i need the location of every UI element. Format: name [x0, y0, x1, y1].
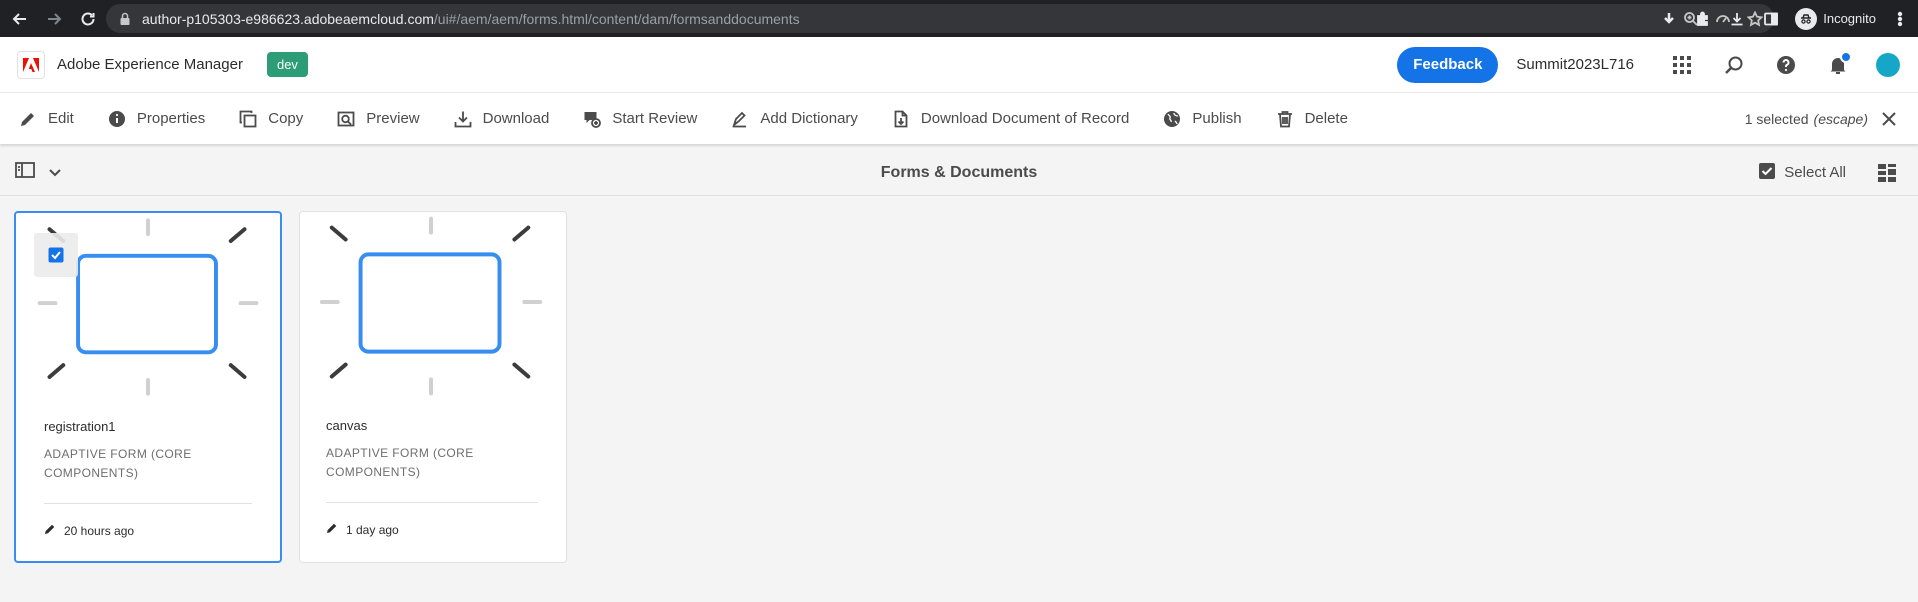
document-icon	[891, 109, 911, 129]
publish-action[interactable]: Publish	[1144, 93, 1256, 145]
downloads-icon[interactable]	[1727, 9, 1747, 29]
select-all-label: Select All	[1784, 164, 1846, 181]
card-type: ADAPTIVE FORM (CORE COMPONENTS)	[44, 447, 192, 480]
card-title: registration1	[44, 419, 116, 434]
rail-panel-icon	[15, 162, 35, 183]
delete-action[interactable]: Delete	[1257, 93, 1363, 145]
card-type: ADAPTIVE FORM (CORE COMPONENTS)	[326, 446, 474, 479]
checkbox-checked-icon	[48, 247, 64, 263]
start-review-action[interactable]: Start Review	[564, 93, 712, 145]
page-title: Forms & Documents	[880, 163, 1038, 181]
preview-label: Preview	[366, 110, 420, 127]
globe-icon	[1162, 109, 1182, 129]
asset-card-canvas[interactable]: canvas ADAPTIVE FORM (CORE COMPONENTS) 1…	[299, 211, 567, 563]
card-modified: 20 hours ago	[44, 523, 134, 538]
aem-header: Adobe Experience Manager dev Feedback Su…	[0, 37, 1918, 92]
info-icon	[107, 109, 127, 129]
side-panel-icon[interactable]	[1761, 9, 1781, 29]
download-label: Download	[482, 110, 550, 127]
card-selection-checkbox[interactable]	[34, 233, 78, 277]
copy-icon	[238, 109, 258, 129]
download-arrow-icon[interactable]	[1659, 9, 1679, 29]
title-bar: Forms & Documents Select All	[0, 150, 1918, 196]
more-menu-icon[interactable]	[1890, 9, 1910, 29]
solutions-grid-icon[interactable]	[1656, 37, 1708, 92]
card-divider	[326, 502, 538, 503]
search-icon[interactable]	[1708, 37, 1760, 92]
add-dictionary-action[interactable]: Add Dictionary	[712, 93, 873, 145]
edit-label: Edit	[48, 110, 74, 127]
close-selection-icon[interactable]	[1878, 108, 1900, 130]
copy-label: Copy	[268, 110, 304, 127]
download-document-of-record-action[interactable]: Download Document of Record	[873, 93, 1144, 145]
feedback-button[interactable]: Feedback	[1397, 46, 1499, 83]
incognito-indicator[interactable]: Incognito	[1795, 7, 1876, 30]
url-text: author-p105303-e986623.adobeaemcloud.com…	[142, 10, 800, 27]
adobe-logo-icon[interactable]	[17, 50, 45, 79]
review-icon	[582, 109, 602, 129]
pencil-icon	[44, 523, 56, 538]
preview-action[interactable]: Preview	[318, 93, 434, 145]
edit-action[interactable]: Edit	[0, 93, 89, 145]
browser-toolbar: author-p105303-e986623.adobeaemcloud.com…	[0, 0, 1918, 37]
rail-toggle[interactable]	[15, 162, 61, 183]
selection-count-label: 1 selected	[1744, 111, 1809, 127]
notifications-bell-icon[interactable]	[1812, 37, 1864, 92]
download-action[interactable]: Download	[435, 93, 565, 145]
trash-icon	[1275, 109, 1295, 129]
delete-label: Delete	[1304, 110, 1348, 127]
card-modified-label: 20 hours ago	[64, 523, 135, 538]
reload-icon[interactable]	[74, 5, 102, 33]
lock-icon[interactable]	[118, 12, 132, 26]
loading-thumbnail	[319, 216, 543, 396]
notification-dot	[1840, 51, 1852, 63]
environment-badge: dev	[266, 52, 308, 77]
publish-label: Publish	[1192, 110, 1242, 127]
properties-action[interactable]: Properties	[89, 93, 220, 145]
properties-label: Properties	[136, 110, 206, 127]
pencil-icon	[18, 109, 38, 129]
card-title: canvas	[326, 418, 368, 433]
action-bar: Edit Properties Copy Preview Download St…	[0, 92, 1918, 144]
incognito-label: Incognito	[1823, 11, 1876, 26]
selection-escape-hint: (escape)	[1813, 111, 1868, 127]
user-avatar[interactable]	[1876, 52, 1900, 77]
back-icon[interactable]	[6, 5, 34, 33]
select-all-button[interactable]: Select All	[1758, 162, 1846, 184]
card-modified-label: 1 day ago	[346, 522, 399, 537]
select-all-checkbox-icon	[1758, 162, 1776, 184]
incognito-icon	[1795, 7, 1818, 30]
app-title[interactable]: Adobe Experience Manager	[57, 56, 243, 73]
chevron-down-icon	[49, 164, 61, 182]
download-document-of-record-label: Download Document of Record	[920, 110, 1130, 127]
extensions-icon[interactable]	[1693, 9, 1713, 29]
organization-name[interactable]: Summit2023L716	[1516, 56, 1634, 73]
dictionary-icon	[730, 109, 750, 129]
add-dictionary-label: Add Dictionary	[760, 110, 858, 127]
pencil-icon	[326, 522, 338, 537]
help-icon[interactable]	[1760, 37, 1812, 92]
download-icon	[453, 109, 473, 129]
address-bar[interactable]: author-p105303-e986623.adobeaemcloud.com…	[106, 4, 1774, 33]
card-modified: 1 day ago	[326, 522, 399, 537]
selection-count: 1 selected (escape)	[1745, 93, 1868, 145]
asset-card-registration1[interactable]: registration1 ADAPTIVE FORM (CORE COMPON…	[14, 211, 282, 563]
start-review-label: Start Review	[612, 110, 698, 127]
card-divider	[44, 503, 252, 504]
forward-icon[interactable]	[40, 5, 68, 33]
copy-action[interactable]: Copy	[220, 93, 318, 145]
preview-icon	[336, 109, 356, 129]
card-view-icon[interactable]	[1876, 162, 1898, 184]
